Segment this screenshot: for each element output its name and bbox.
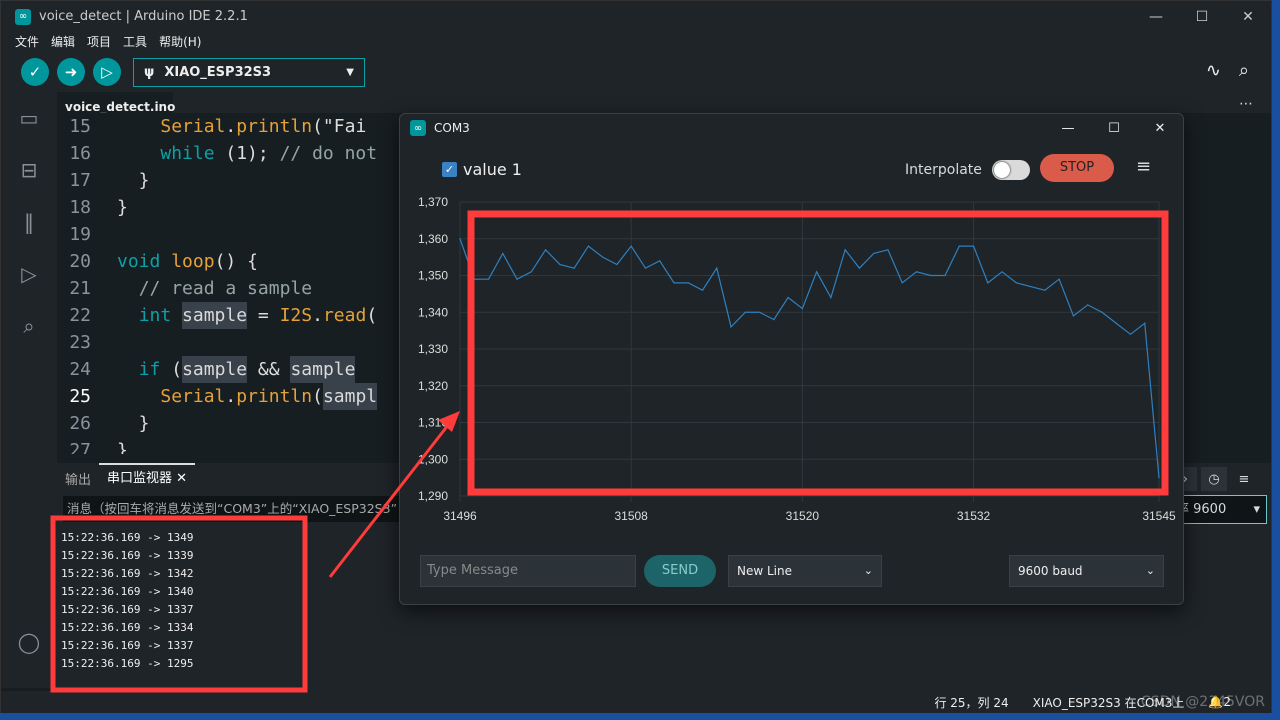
- annotation-arrowhead: [438, 411, 460, 432]
- annotation-arrow: [328, 419, 454, 578]
- annotation-overlay: [50, 210, 1169, 693]
- annotation-log-rectangle: [50, 515, 308, 693]
- annotation-rectangle: [467, 210, 1169, 496]
